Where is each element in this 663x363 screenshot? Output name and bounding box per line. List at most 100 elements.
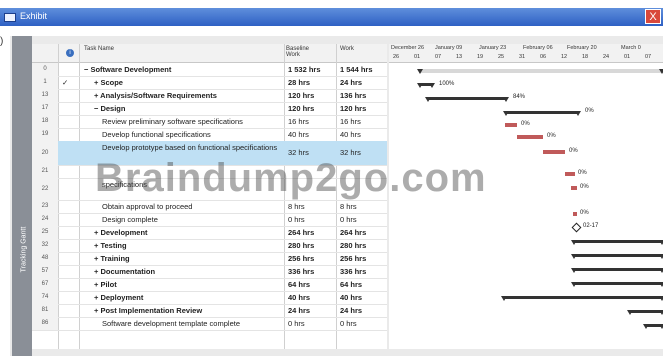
design-complete-milestone[interactable] [571, 222, 582, 233]
table-row[interactable]: 17 − Design 120 hrs 120 hrs [32, 102, 387, 116]
close-button[interactable]: X [645, 9, 661, 24]
review-summary-bar[interactable] [643, 324, 663, 329]
view-bar-label: Tracking Gantt [20, 226, 28, 273]
baseline-work-cell: 120 hrs [288, 104, 315, 113]
task-id-cell: 1 [32, 76, 58, 89]
work-cell: 24 hrs [340, 78, 363, 87]
table-row[interactable]: 24 Design complete 0 hrs 0 hrs [32, 213, 387, 227]
pilot-summary-bar[interactable] [501, 296, 663, 301]
timescale-day: 31 [519, 54, 526, 60]
table-row[interactable]: 67 + Pilot 64 hrs 64 hrs [32, 278, 387, 292]
baseline-work-cell: 0 hrs [288, 215, 305, 224]
task-bar-row-22[interactable] [571, 186, 577, 190]
task-id-cell: 81 [32, 304, 58, 317]
baseline-work-cell: 1 532 hrs [288, 65, 321, 74]
table-row[interactable]: 74 + Deployment 40 hrs 40 hrs [32, 291, 387, 305]
task-bar-review[interactable] [505, 123, 517, 127]
table-row[interactable]: 1 ✓ + Scope 28 hrs 24 hrs [32, 76, 387, 90]
work-header[interactable]: Work [340, 46, 354, 52]
baseline-work-header[interactable]: Baseline Work [286, 46, 314, 58]
task-bar-row-21[interactable] [565, 172, 575, 176]
prototype-percent: 0% [569, 148, 578, 154]
task-name-cell: + Development [94, 228, 148, 237]
task-id-cell: 74 [32, 291, 58, 304]
work-cell: 256 hrs [340, 254, 367, 263]
timescale-month: January 09 [435, 45, 463, 51]
baseline-work-cell: 336 hrs [288, 267, 315, 276]
training-summary-bar[interactable] [571, 268, 663, 273]
window-title: Exhibit [20, 11, 48, 21]
development-summary-bar[interactable] [571, 240, 663, 245]
timescale-day: 19 [477, 54, 484, 60]
timescale-day: 01 [414, 54, 421, 60]
task-id-cell: 21 [32, 165, 58, 178]
table-row[interactable]: 81 + Post Implementation Review 24 hrs 24 h… [32, 304, 387, 318]
work-cell: 24 hrs [340, 306, 363, 315]
table-row[interactable]: 13 + Analysis/Software Requirements 120 hr… [32, 89, 387, 103]
table-row[interactable]: 57 + Documentation 336 hrs 336 hrs [32, 265, 387, 279]
task-name-cell: + Documentation [94, 267, 156, 276]
functional-percent: 0% [547, 133, 556, 139]
design-summary-bar[interactable] [503, 111, 581, 116]
design-percent: 0% [585, 108, 594, 114]
row-22-percent: 0% [580, 184, 589, 190]
timescale-month: February 06 [523, 45, 553, 51]
baseline-work-cell: 40 hrs [288, 293, 311, 302]
table-row[interactable]: 23 Obtain approval to proceed 8 hrs 8 hrs [32, 200, 387, 214]
task-id-cell: 48 [32, 252, 58, 265]
table-row[interactable]: 32 + Testing 280 hrs 280 hrs [32, 239, 387, 253]
task-id-cell: 18 [32, 115, 58, 128]
work-cell: 40 hrs [340, 293, 363, 302]
work-cell: 264 hrs [340, 228, 367, 237]
analysis-summary-bar[interactable] [425, 97, 509, 102]
task-id-cell: 32 [32, 239, 58, 252]
baseline-work-cell: 256 hrs [288, 254, 315, 263]
work-cell: 280 hrs [340, 241, 367, 250]
info-icon: i [66, 49, 74, 57]
baseline-work-cell: 280 hrs [288, 241, 315, 250]
timescale-day: 24 [603, 54, 610, 60]
timescale-day: 13 [456, 54, 463, 60]
deployment-summary-bar[interactable] [627, 310, 663, 315]
milestone-date: 02-17 [583, 223, 599, 229]
testing-summary-bar[interactable] [571, 254, 663, 259]
project-summary-bar[interactable] [417, 69, 663, 74]
task-name-cell: + Post Implementation Review [94, 306, 203, 315]
task-bar-functional[interactable] [517, 135, 543, 139]
analysis-percent: 84% [513, 94, 526, 100]
task-id-cell: 24 [32, 213, 58, 226]
task-id-cell: 67 [32, 278, 58, 291]
work-cell: 16 hrs [340, 117, 361, 126]
timescale-month: December 26 [391, 45, 425, 51]
work-cell: 8 hrs [340, 202, 357, 211]
task-bar-approval[interactable] [573, 212, 577, 216]
task-id-cell: 22 [32, 178, 58, 200]
task-name-cell: Review preliminary software specificatio… [102, 117, 243, 126]
scope-percent: 100% [439, 81, 455, 87]
table-row[interactable]: 0 − Software Development 1 532 hrs 1 544 hr… [32, 63, 387, 77]
task-name-cell: Software development template complete [102, 319, 240, 328]
baseline-work-cell: 40 hrs [288, 130, 309, 139]
baseline-work-cell: 8 hrs [288, 202, 305, 211]
timescale-day: 25 [498, 54, 505, 60]
task-id-cell: 86 [32, 317, 58, 330]
task-id-cell: 13 [32, 89, 58, 102]
table-row[interactable]: 19 Develop functional specifications 40 hr… [32, 128, 387, 142]
baseline-work-cell: 16 hrs [288, 117, 309, 126]
timescale-day: 06 [540, 54, 547, 60]
documentation-summary-bar[interactable] [571, 282, 663, 287]
task-bar-prototype[interactable] [543, 150, 565, 154]
task-name-cell: + Scope [94, 78, 123, 87]
work-cell: 64 hrs [340, 280, 363, 289]
task-name-cell: Design complete [102, 215, 158, 224]
table-row[interactable]: 18 Review preliminary software specificat… [32, 115, 387, 129]
table-row[interactable]: 25 + Development 264 hrs 264 hrs [32, 226, 387, 240]
table-row[interactable]: 48 + Training 256 hrs 256 hrs [32, 252, 387, 266]
table-row[interactable]: 86 Software development template complete… [32, 317, 387, 331]
task-name-header[interactable]: Task Name [84, 46, 114, 52]
task-id-cell: 20 [32, 141, 58, 165]
task-name-cell: + Testing [94, 241, 127, 250]
work-cell: 136 hrs [340, 91, 367, 100]
view-bar[interactable]: Tracking Gantt [12, 36, 32, 356]
scope-summary-bar[interactable] [417, 83, 435, 88]
